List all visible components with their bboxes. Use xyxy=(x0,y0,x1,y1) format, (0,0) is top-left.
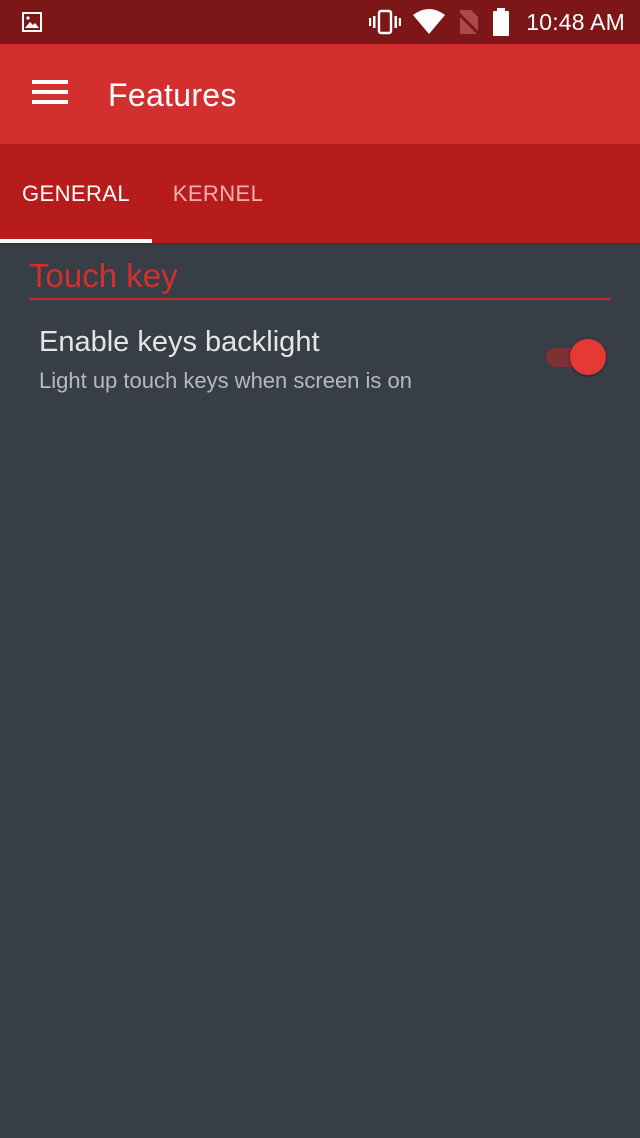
status-time: 10:48 AM xyxy=(526,8,625,35)
section-divider xyxy=(29,298,611,300)
tab-bar: GENERAL KERNEL xyxy=(0,144,640,243)
status-icons: 10:48 AM xyxy=(368,0,640,44)
tab-label: GENERAL xyxy=(22,180,130,206)
hamburger-menu-icon xyxy=(32,79,68,110)
no-sim-icon xyxy=(456,9,481,35)
app-bar: Features xyxy=(0,44,640,144)
page-title: Features xyxy=(108,77,237,113)
enable-keys-backlight-preference[interactable]: Enable keys backlight Light up touch key… xyxy=(0,310,640,410)
preference-summary: Light up touch keys when screen is on xyxy=(39,368,413,393)
vibrate-icon xyxy=(368,9,402,35)
tab-indicator xyxy=(0,239,152,243)
battery-icon xyxy=(492,8,510,36)
switch-thumb xyxy=(570,339,606,375)
tab-general[interactable]: GENERAL xyxy=(0,144,152,243)
tab-kernel[interactable]: KERNEL xyxy=(152,144,284,243)
menu-button[interactable] xyxy=(22,72,78,116)
image-notification-icon xyxy=(22,12,42,32)
section-header: Touch key xyxy=(29,257,178,294)
tab-label: KERNEL xyxy=(172,180,264,206)
wifi-icon xyxy=(412,9,446,35)
preference-title: Enable keys backlight xyxy=(39,326,320,358)
status-bar: 10:48 AM xyxy=(0,0,640,44)
backlight-toggle-switch[interactable] xyxy=(544,339,606,375)
